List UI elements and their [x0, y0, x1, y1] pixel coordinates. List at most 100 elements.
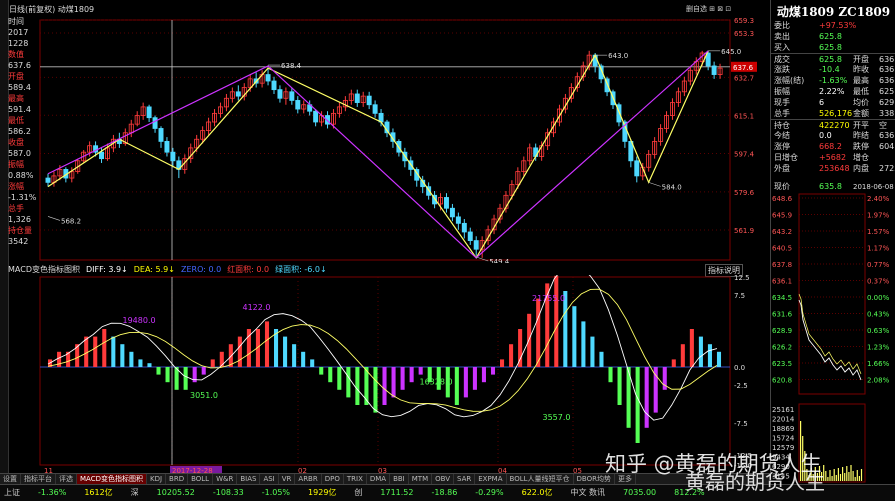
macd-bar: [183, 367, 188, 390]
macd-bar: [671, 359, 676, 367]
annotation-leader: [47, 216, 61, 221]
status-item: 深: [130, 488, 139, 497]
volume-tick: 18869: [772, 425, 794, 433]
candle-body: [634, 160, 640, 177]
macd-chart[interactable]: 12.57.50.0-2.5-7.5-12.5-15.019480.04122.…: [8, 275, 770, 473]
macd-y-tick: 0.0: [734, 364, 745, 372]
quote-row: 日增仓 +5682 增仓: [771, 152, 895, 163]
quote-row: 涨停 668.2 跌停 604: [771, 141, 895, 152]
candle-body: [295, 100, 301, 110]
minute-chart[interactable]: 现价 635.8 2018-06-08 648.6 2.40% 645.9 1.97% 643…: [771, 180, 895, 484]
candle-body: [372, 104, 378, 114]
candle-body: [45, 177, 51, 183]
macd-bar: [472, 367, 477, 390]
macd-bar: [102, 329, 107, 367]
quote-value: 668.2: [819, 142, 842, 151]
macd-header-item: 红面积: 0.0: [227, 265, 270, 274]
volume-bar: [837, 468, 839, 481]
quote-key-2: 均价: [853, 98, 869, 107]
candle-body: [461, 222, 467, 233]
macd-bar: [409, 367, 414, 383]
minute-header-date: 2018-06-08: [853, 183, 894, 191]
y-tick-label: 597.4: [734, 150, 755, 158]
macd-bar: [93, 336, 98, 367]
macd-bar: [111, 336, 116, 367]
candle-body: [354, 93, 360, 103]
contract-title: 动煤1809 ZC1809: [776, 5, 891, 19]
volume-bar: [854, 477, 856, 481]
macd-bar: [138, 359, 143, 367]
macd-bar: [644, 367, 649, 428]
status-item: 1711.52: [380, 488, 414, 497]
macd-bar: [481, 367, 486, 383]
y-tick-label: 561.9: [734, 227, 754, 235]
candle-body: [289, 91, 295, 101]
volume-bar: [833, 469, 835, 481]
price-annotation: 638.4: [281, 62, 302, 70]
quote-row: 买入 625.8: [771, 42, 895, 53]
macd-bar: [346, 367, 351, 398]
volume-bar: [825, 471, 827, 481]
macd-bar: [617, 367, 622, 405]
quote-key: 涨幅(结): [774, 76, 805, 85]
quote-row: 今结 0.0 昨结 636: [771, 130, 895, 141]
volume-bar: [848, 472, 850, 481]
quote-row: 涨跌 -10.4 昨收 636: [771, 64, 895, 75]
macd-label: 4122.0: [243, 303, 271, 312]
volume-bar: [842, 467, 844, 481]
quote-row: 委比 +97.53%: [771, 20, 895, 31]
volume-bar: [827, 477, 829, 481]
macd-bar: [129, 351, 134, 367]
macd-bar: [201, 367, 206, 375]
minute-y-tick: 648.6: [772, 195, 793, 203]
macd-label: 16328.0: [420, 378, 453, 387]
quote-key: 委比: [774, 21, 790, 30]
status-item: 1612亿: [84, 488, 113, 497]
minute-header-value: 635.8: [819, 182, 842, 191]
macd-bar: [292, 344, 297, 367]
status-item: 7035.00: [623, 488, 657, 497]
macd-bar: [716, 351, 722, 367]
minute-y-tick: 620.8: [772, 377, 792, 385]
minute-y-tick: 623.5: [772, 360, 792, 368]
minute-y-tick-right: 0.37%: [867, 278, 890, 286]
candle-body: [152, 117, 158, 129]
candle-body: [313, 110, 319, 123]
macd-bar: [391, 367, 396, 398]
candle-body: [235, 91, 241, 97]
quote-key-2: 最高: [853, 76, 869, 85]
chart-tools[interactable]: 删自选 ⊞ ⊠ ⊡: [686, 4, 736, 14]
quote-value: -1.63%: [819, 76, 848, 85]
quote-value: 6: [819, 98, 825, 107]
macd-bar: [463, 367, 468, 398]
candle-body: [158, 128, 164, 142]
macd-bar: [120, 344, 125, 367]
minute-y-tick-right: 1.97%: [867, 212, 890, 220]
quote-key-2: 金额: [853, 109, 869, 118]
candle-body: [99, 151, 105, 160]
macd-bar: [400, 367, 405, 390]
quote-value: +5682: [819, 153, 847, 162]
macd-label: 3051.0: [190, 391, 218, 400]
macd-bar: [608, 367, 613, 383]
macd-bar: [310, 359, 315, 367]
kline-chart[interactable]: 659.3 653.3 632.7 615.1 597.4 579.6 561.9 637.6…: [8, 15, 770, 263]
macd-bar: [599, 351, 604, 367]
macd-bar: [454, 367, 459, 405]
quote-value: 0.0: [819, 131, 832, 140]
quote-key-2: 增仓: [853, 153, 869, 162]
macd-bar: [418, 367, 423, 375]
quote-key: 振幅: [774, 87, 790, 96]
minute-y-tick-right: 2.08%: [867, 377, 890, 385]
macd-bar: [536, 298, 541, 367]
quote-key-2: 跌停: [853, 142, 869, 151]
candle-body: [146, 106, 152, 119]
status-item: -18.86: [431, 488, 458, 497]
macd-bar: [590, 336, 595, 367]
quote-value: +97.53%: [819, 21, 857, 30]
minute-y-tick: 636.1: [772, 278, 792, 286]
y-tick-label: 632.7: [734, 74, 754, 82]
volume-tick: 22014: [772, 416, 795, 424]
volume-bar: [835, 475, 837, 481]
macd-header-item: DIFF: 3.9↓: [85, 265, 128, 274]
